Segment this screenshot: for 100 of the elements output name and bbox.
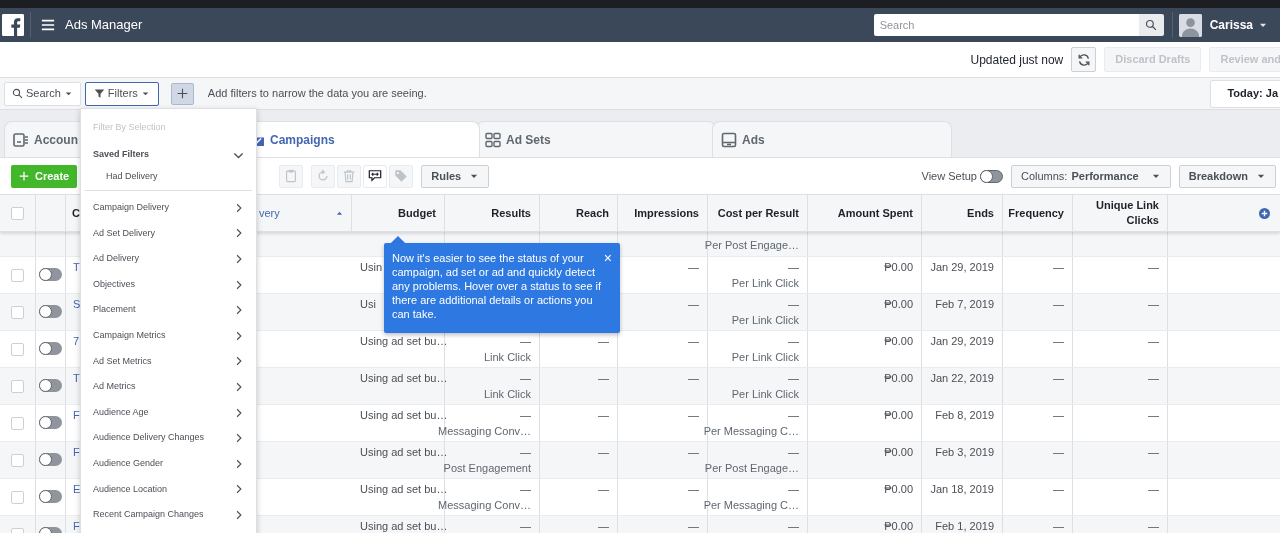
campaign-name[interactable]: E: [73, 483, 81, 496]
filter-category-item[interactable]: Placement: [81, 297, 256, 323]
breakdown-dropdown[interactable]: Breakdown: [1178, 164, 1276, 188]
filter-category-item[interactable]: Campaign Metrics: [81, 322, 256, 349]
column-header[interactable]: Amount Spent: [837, 205, 913, 221]
screen-icon: [721, 131, 737, 148]
status-toggle[interactable]: [39, 416, 62, 429]
filter-category-item[interactable]: Campaign Delivery: [81, 195, 256, 221]
table-cell: —: [598, 446, 609, 459]
view-setup-toggle[interactable]: [979, 169, 1003, 183]
table-cell: —: [688, 409, 699, 422]
filter-category-item[interactable]: Objectives: [81, 271, 256, 298]
search-dropdown[interactable]: Search: [4, 81, 81, 106]
result-type: Per Messaging C…: [703, 424, 799, 438]
filter-category-item[interactable]: Ad Set Metrics: [81, 348, 256, 375]
avatar-icon[interactable]: [1178, 13, 1202, 37]
table-cell: —: [1053, 372, 1064, 385]
compare-button[interactable]: [363, 164, 388, 188]
table-cell: —: [520, 446, 531, 459]
row-checkbox[interactable]: [11, 269, 24, 282]
filter-category-item[interactable]: Ad Delivery: [81, 246, 256, 272]
row-checkbox[interactable]: [11, 343, 24, 356]
user-name[interactable]: Carissa: [1209, 16, 1253, 34]
filter-category-item[interactable]: Audience Location: [81, 476, 256, 503]
tab[interactable]: Ad Sets: [476, 121, 716, 157]
table-cell: —: [788, 298, 799, 311]
filter-category-item[interactable]: Audience Gender: [81, 450, 256, 477]
filter-category-item[interactable]: Audience Age: [81, 399, 256, 426]
column-header[interactable]: Unique Link Clicks: [1081, 198, 1159, 228]
row-checkbox[interactable]: [11, 491, 24, 504]
table-cell: —: [1053, 483, 1064, 496]
table-cell: —: [1148, 261, 1159, 274]
filters-dropdown[interactable]: Filters: [84, 81, 159, 106]
chevron-right-icon: [234, 458, 244, 469]
column-header[interactable]: Cost per Result: [717, 205, 799, 221]
columns-dropdown[interactable]: Columns: Performance: [1010, 164, 1171, 188]
campaign-name[interactable]: F: [73, 520, 80, 533]
column-header[interactable]: Results: [491, 205, 531, 221]
table-cell: —: [1148, 483, 1159, 496]
table-cell: Usi: [360, 298, 376, 311]
search-button[interactable]: [1138, 14, 1164, 36]
campaign-name[interactable]: 7: [73, 335, 80, 348]
campaign-name[interactable]: T: [73, 261, 80, 274]
row-checkbox[interactable]: [11, 454, 24, 467]
row-checkbox[interactable]: [11, 417, 24, 430]
table-cell: —: [598, 483, 609, 496]
campaign-name[interactable]: S: [73, 298, 81, 311]
filter-category-item[interactable]: Audience Delivery Changes: [81, 425, 256, 451]
refresh-icon: [1076, 52, 1091, 67]
refresh-button[interactable]: [1071, 47, 1097, 72]
plus-icon: [176, 88, 188, 99]
campaign-name[interactable]: T: [73, 372, 80, 385]
saved-filter-item[interactable]: Had Delivery: [81, 169, 256, 185]
table-cell: —: [520, 409, 531, 422]
table-cell: —: [688, 520, 699, 533]
campaign-name[interactable]: F: [73, 446, 80, 459]
status-toggle[interactable]: [39, 342, 62, 355]
column-header[interactable]: Budget: [398, 205, 436, 221]
search-field[interactable]: Search: [873, 14, 1139, 36]
add-filter-button[interactable]: [170, 82, 194, 105]
table-cell: ₱0.00: [884, 261, 913, 274]
column-header[interactable]: Reach: [575, 205, 609, 221]
status-toggle[interactable]: [39, 453, 62, 466]
status-toggle[interactable]: [39, 305, 62, 318]
status-toggle[interactable]: [39, 379, 62, 392]
table-cell: ₱0.00: [884, 446, 913, 459]
menu-heading: Filter By Selection: [92, 121, 167, 134]
chevron-right-icon: [234, 509, 244, 520]
column-header[interactable]: Impressions: [634, 205, 699, 221]
filter-category-item[interactable]: Ad Set Delivery: [81, 220, 256, 247]
column-header[interactable]: Ends: [967, 205, 994, 221]
campaign-name[interactable]: F: [73, 409, 80, 422]
table-cell: Using ad set bu…: [360, 372, 448, 385]
table-cell: —: [1053, 409, 1064, 422]
status-toggle[interactable]: [39, 490, 62, 503]
result-type: Link Click: [483, 350, 531, 364]
table-cell: —: [1053, 446, 1064, 459]
table-cell: —: [788, 335, 799, 348]
column-header[interactable]: Frequency: [1008, 205, 1064, 221]
chevron-right-icon: [234, 330, 244, 341]
select-all-checkbox[interactable]: [11, 206, 24, 220]
menu-icon[interactable]: [41, 18, 55, 32]
filter-category-item[interactable]: Ad Metrics: [81, 374, 256, 400]
status-toggle[interactable]: [39, 268, 62, 281]
table-cell: —: [1148, 298, 1159, 311]
table-cell: Feb 8, 2019: [935, 409, 994, 422]
tab[interactable]: Ads: [712, 121, 952, 157]
row-checkbox[interactable]: [11, 380, 24, 393]
row-checkbox[interactable]: [11, 306, 24, 319]
close-button[interactable]: ×: [601, 251, 614, 265]
filter-category-item[interactable]: Recent Campaign Changes: [81, 502, 256, 528]
table-cell: —: [1053, 335, 1064, 348]
result-type: Per Link Click: [731, 387, 799, 401]
rules-dropdown[interactable]: Rules: [421, 164, 490, 188]
column-header[interactable]: very: [259, 204, 280, 222]
date-range-button[interactable]: Today: Ja: [1210, 79, 1280, 108]
table-cell: Using ad set bu…: [360, 520, 448, 533]
add-column-icon[interactable]: [1259, 207, 1270, 219]
column-header[interactable]: C: [72, 205, 80, 221]
table-cell: —: [520, 372, 531, 385]
